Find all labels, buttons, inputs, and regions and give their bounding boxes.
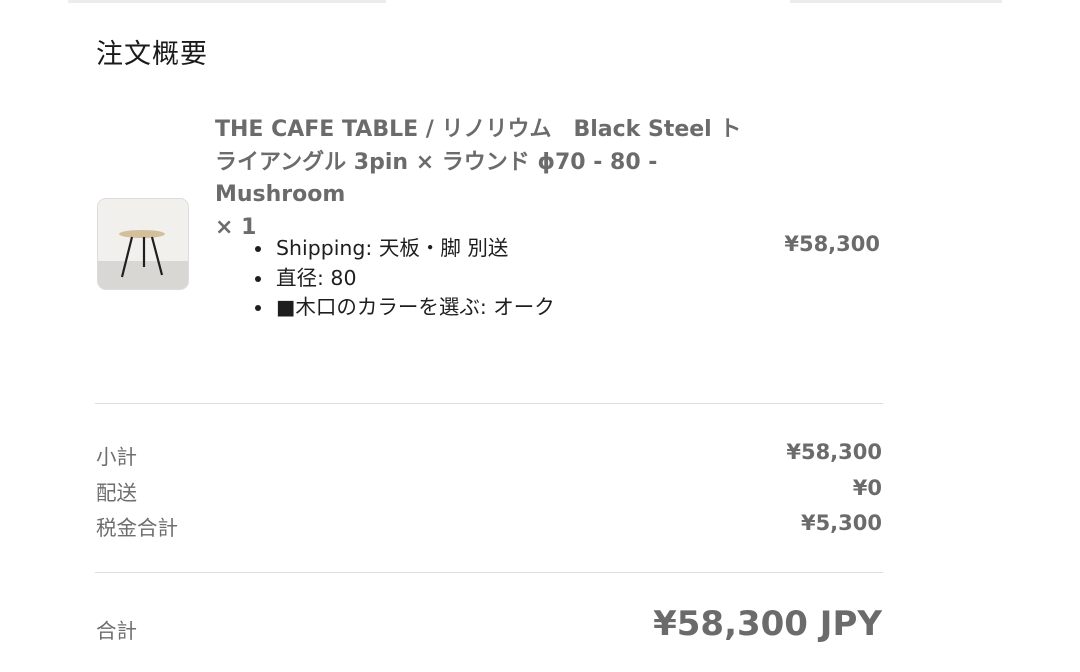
- option-item: ■木口のカラーを選ぶ: オーク: [274, 293, 555, 323]
- product-options-list: Shipping: 天板・脚 別送 直径: 80 ■木口のカラーを選ぶ: オーク: [248, 234, 555, 323]
- order-summary-title: 注文概要: [96, 39, 208, 70]
- cafe-table-photo-icon: [98, 199, 188, 289]
- subtotal-label: 小計: [96, 445, 137, 469]
- grand-total-value: ¥58,300 JPY: [653, 604, 882, 644]
- top-divider-right: [790, 0, 1002, 3]
- line-item-price: ¥58,300: [784, 232, 880, 256]
- divider: [95, 403, 883, 404]
- option-item: 直径: 80: [274, 264, 555, 294]
- tax-label: 税金合計: [96, 516, 178, 540]
- tax-value: ¥5,300: [800, 511, 882, 535]
- shipping-value: ¥0: [852, 476, 882, 500]
- product-thumbnail: [97, 198, 189, 290]
- top-divider-left: [68, 0, 386, 3]
- product-name: THE CAFE TABLE / リノリウム Black Steel トライアン…: [215, 114, 760, 244]
- grand-total-label: 合計: [96, 619, 137, 643]
- subtotal-value: ¥58,300: [786, 440, 882, 464]
- option-item: Shipping: 天板・脚 別送: [274, 234, 555, 264]
- product-title: THE CAFE TABLE / リノリウム Black Steel トライアン…: [215, 117, 742, 207]
- shipping-label: 配送: [96, 481, 137, 505]
- divider: [95, 572, 883, 573]
